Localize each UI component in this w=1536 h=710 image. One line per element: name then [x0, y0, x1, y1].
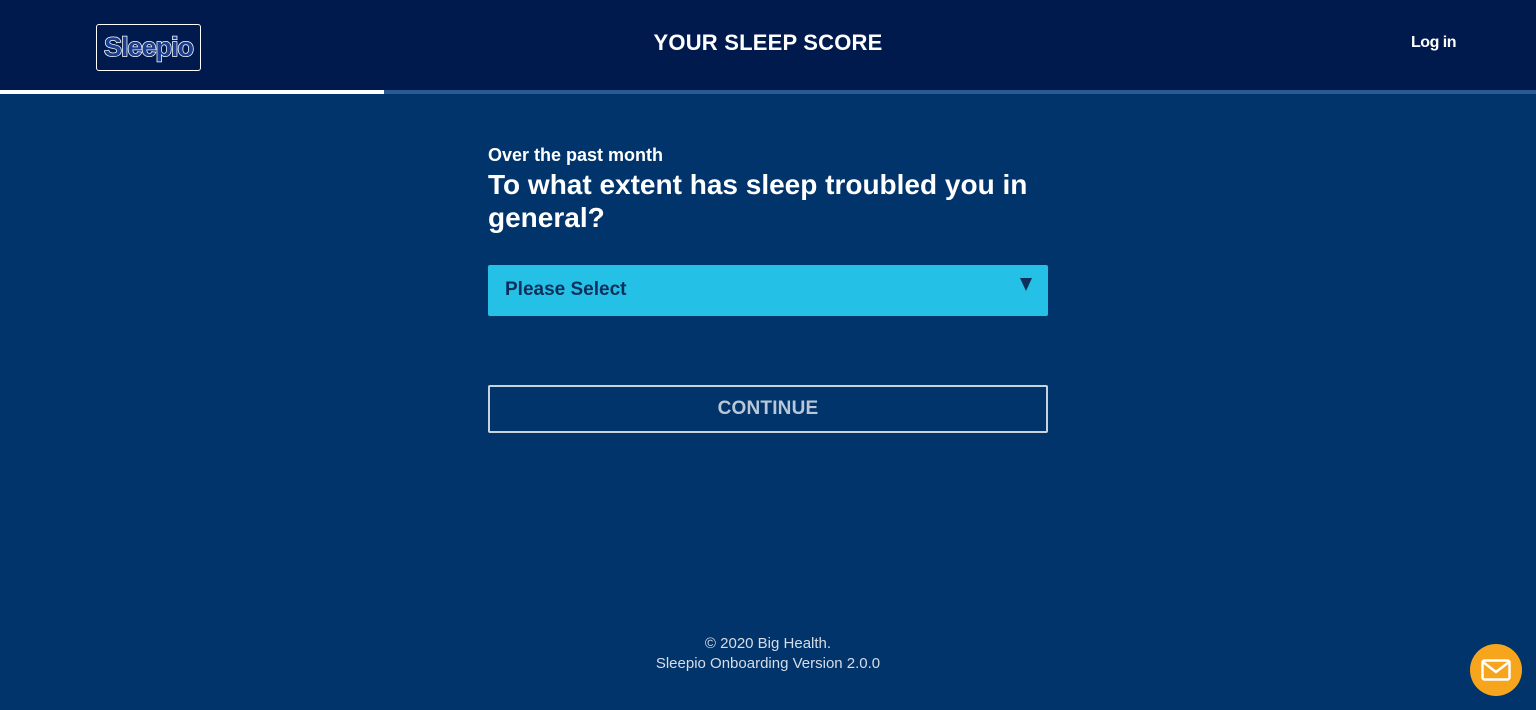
continue-button[interactable]: CONTINUE [488, 385, 1048, 433]
login-link[interactable]: Log in [1411, 34, 1456, 52]
triangle-down-icon [1020, 278, 1032, 291]
version-text: Sleepio Onboarding Version 2.0.0 [655, 655, 881, 672]
question-block: Over the past month To what extent has s… [488, 144, 1048, 234]
mail-envelope-icon [1481, 659, 1511, 681]
continue-button-label: CONTINUE [717, 398, 819, 419]
answer-dropdown[interactable]: Please Select [488, 265, 1048, 316]
footer: © 2020 Big Health. Sleepio Onboarding Ve… [0, 634, 1536, 674]
chat-button[interactable] [1470, 644, 1522, 696]
dropdown-selected-label: Please Select [505, 279, 627, 300]
progress-bar [0, 90, 1536, 94]
page-title: YOUR SLEEP SCORE [653, 30, 883, 55]
copyright-text: © 2020 Big Health. [704, 635, 832, 652]
progress-bar-fill [0, 90, 384, 94]
top-header: Sleepio YOUR SLEEP SCORE Log in [0, 0, 1536, 90]
question-subtitle: Over the past month [488, 145, 664, 165]
question-text: To what extent has sleep troubled you in… [488, 169, 1028, 233]
page: Sleepio YOUR SLEEP SCORE Log in Over the… [0, 0, 1536, 710]
